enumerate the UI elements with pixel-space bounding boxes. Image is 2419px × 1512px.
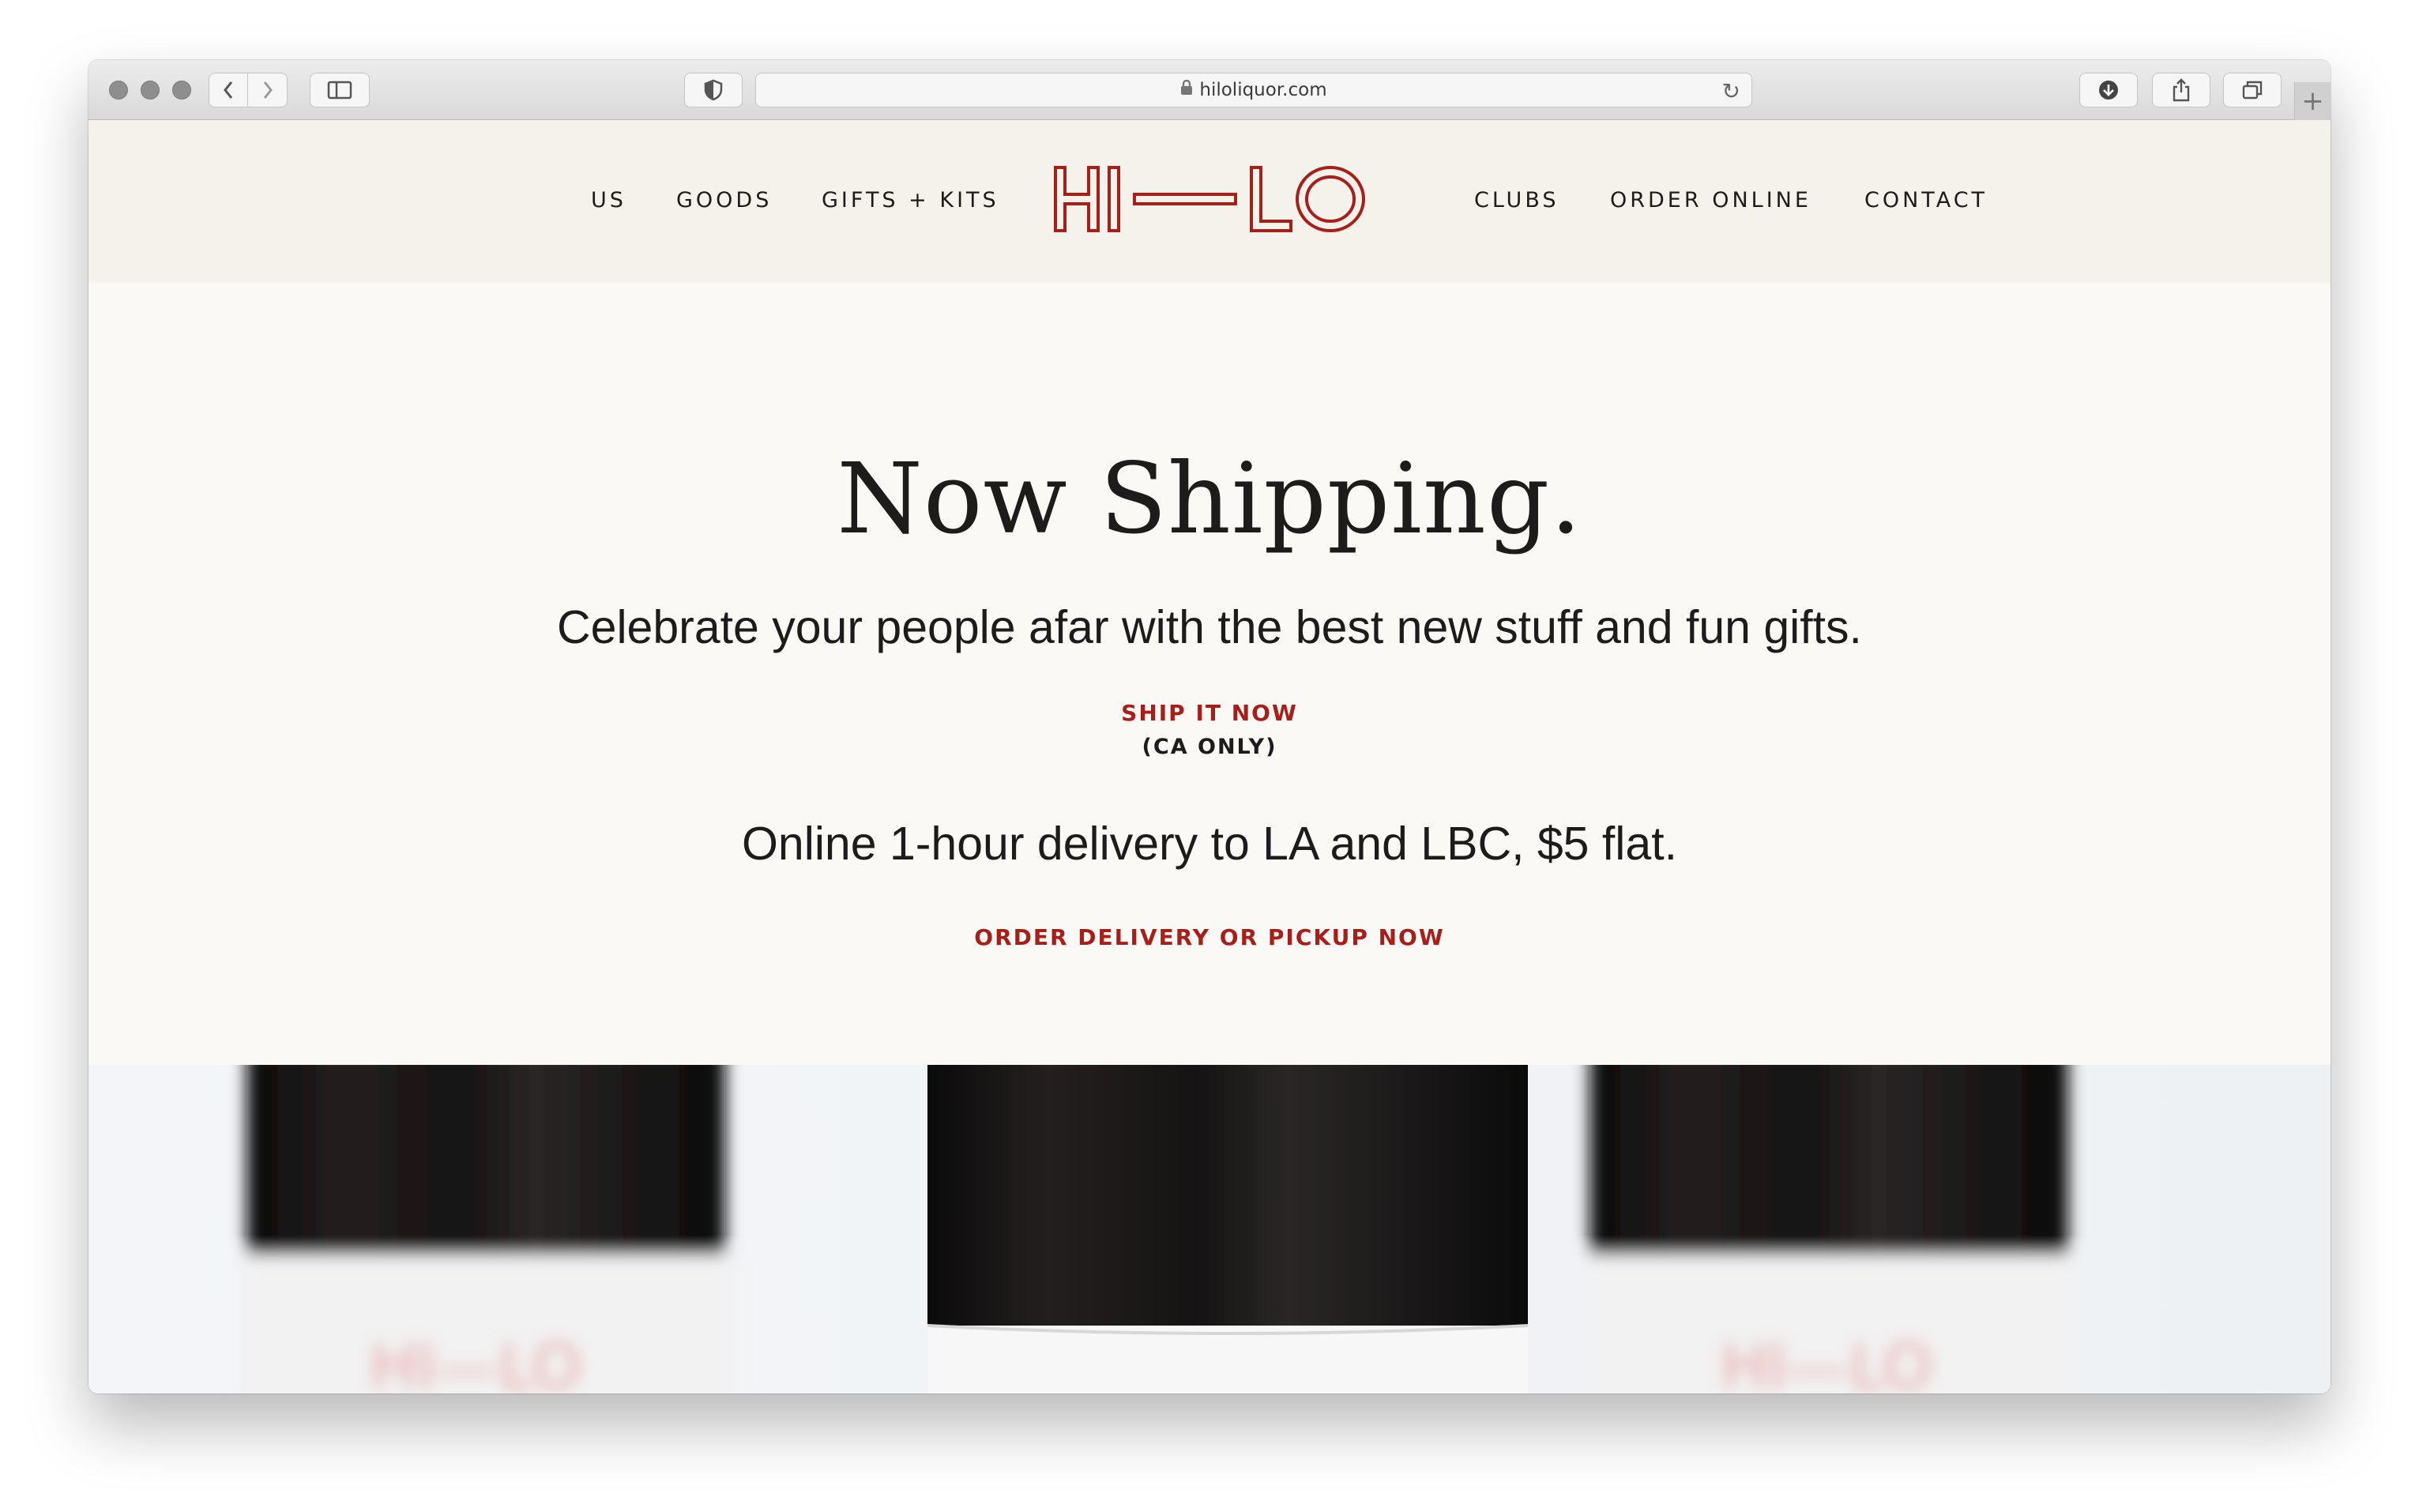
- nav-clubs[interactable]: CLUBS: [1474, 188, 1559, 213]
- lock-icon: [1180, 79, 1193, 100]
- nav-contact[interactable]: CONTACT: [1864, 188, 1988, 213]
- sidebar-icon: [327, 81, 352, 100]
- svg-text:HI—LO: HI—LO: [370, 1330, 581, 1394]
- back-button[interactable]: [209, 73, 248, 107]
- ship-link-wrap: SHIP IT NOW: [88, 700, 2331, 726]
- new-tab-button[interactable]: +: [2294, 82, 2331, 120]
- address-bar[interactable]: hiloliquor.com ↻: [755, 73, 1752, 107]
- order-delivery-link[interactable]: ORDER DELIVERY OR PICKUP NOW: [974, 924, 1444, 950]
- ship-note: (CA ONLY): [1142, 735, 1277, 759]
- order-link-wrap: ORDER DELIVERY OR PICKUP NOW: [88, 924, 2331, 950]
- close-window-button[interactable]: [109, 81, 128, 100]
- hero-headline: Now Shipping.: [837, 442, 1582, 556]
- hero-section: Now Shipping. Celebrate your people afar…: [88, 283, 2331, 1065]
- downloads-button[interactable]: [2079, 73, 2138, 107]
- url-text: hiloliquor.com: [1199, 80, 1327, 100]
- privacy-report-button[interactable]: [684, 73, 743, 107]
- nav-goods[interactable]: GOODS: [676, 188, 772, 213]
- ship-it-now-link[interactable]: SHIP IT NOW: [1121, 700, 1298, 726]
- nav-gifts-kits[interactable]: GIFTS + KITS: [822, 188, 999, 213]
- minimize-window-button[interactable]: [141, 81, 160, 100]
- download-icon: [2099, 81, 2118, 100]
- svg-text:HI—LO: HI—LO: [1721, 1330, 1932, 1394]
- plus-icon: +: [2301, 85, 2324, 117]
- reload-icon[interactable]: ↻: [1722, 78, 1740, 104]
- hilo-logo[interactable]: [1052, 163, 1368, 235]
- hero-subheadline: Celebrate your people afar with the best…: [557, 601, 1862, 653]
- left-bottle: HI—LO: [239, 1065, 733, 1394]
- share-icon: [2173, 78, 2190, 102]
- chevron-left-icon: [224, 81, 233, 99]
- tab-overview-button[interactable]: [2223, 73, 2282, 107]
- sidebar-toggle-button[interactable]: [310, 73, 370, 107]
- tabs-icon: [2242, 81, 2263, 100]
- hero-photo: HI—LO HI—LO: [88, 1065, 2331, 1394]
- browser-toolbar: hiloliquor.com ↻ +: [88, 60, 2331, 120]
- nav-order-online[interactable]: ORDER ONLINE: [1610, 188, 1811, 213]
- shield-icon: [704, 79, 723, 101]
- share-button[interactable]: [2152, 73, 2210, 107]
- forward-button[interactable]: [248, 73, 288, 107]
- center-bottle: [927, 1065, 1529, 1394]
- site-header: US GOODS GIFTS + KITS CLUBS ORDER ONLINE…: [88, 120, 2331, 283]
- zoom-window-button[interactable]: [172, 81, 191, 100]
- chevron-right-icon: [263, 81, 273, 99]
- nav-us[interactable]: US: [591, 188, 626, 213]
- right-bottle: HI—LO: [1582, 1065, 2076, 1394]
- delivery-text: Online 1-hour delivery to LA and LBC, $5…: [742, 818, 1677, 870]
- bottles-image: HI—LO HI—LO: [88, 1065, 2331, 1394]
- browser-window: hiloliquor.com ↻ + US GOODS GIFTS + KITS: [88, 60, 2331, 1394]
